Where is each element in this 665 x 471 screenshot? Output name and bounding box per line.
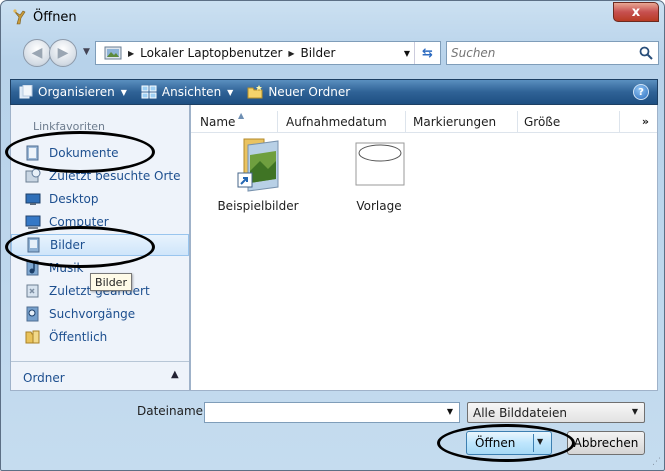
resize-grip-icon[interactable]: ⋰: [652, 457, 661, 467]
title-bar[interactable]: Öffnen x: [1, 1, 664, 33]
cancel-button[interactable]: Abbrechen: [567, 431, 645, 455]
column-header-size[interactable]: Größe: [524, 115, 560, 129]
chevron-down-icon: ▼: [227, 87, 234, 97]
views-icon: [141, 85, 157, 99]
new-folder-label: Neuer Ordner: [268, 85, 351, 99]
open-button-label: Öffnen: [475, 436, 516, 450]
music-icon: [26, 260, 39, 276]
sidebar-item-desktop[interactable]: Desktop: [11, 188, 189, 210]
arrow-right-icon: ▶: [57, 45, 69, 61]
new-folder-button[interactable]: Neuer Ordner: [247, 85, 350, 99]
more-columns-icon[interactable]: »: [642, 115, 649, 128]
image-thumbnail-icon: [355, 142, 405, 186]
documents-icon: [26, 145, 39, 161]
search-icon[interactable]: [639, 46, 653, 60]
computer-icon: [25, 215, 41, 229]
file-item-vorlage[interactable]: Vorlage: [334, 135, 424, 215]
column-header-name[interactable]: ▲ Name: [200, 111, 244, 129]
dialog-icon: [13, 9, 26, 25]
chevron-down-icon[interactable]: ▼: [447, 407, 453, 416]
address-bar[interactable]: ▶ Lokaler Laptopbenutzer ▶ Bilder ▼ ⇆: [95, 41, 441, 65]
column-separator[interactable]: [517, 111, 518, 133]
open-file-dialog: Öffnen x ◀ ▶ ▼ ▶ Lokaler Laptopbenutzer …: [0, 0, 665, 471]
breadcrumb-user[interactable]: Lokaler Laptopbenutzer: [140, 46, 282, 60]
column-separator[interactable]: [619, 111, 620, 133]
organize-label: Organisieren: [38, 85, 115, 99]
folder-shortcut-icon: [237, 138, 279, 192]
navigation-pane: Linkfavoriten Dokumente Zuletzt besuchte…: [10, 105, 190, 391]
sort-ascending-icon: ▲: [238, 111, 245, 120]
breadcrumb-separator-icon: ▶: [128, 48, 135, 58]
command-toolbar: Organisieren ▼ Ansichten ▼ Neuer Ordner …: [10, 79, 658, 105]
views-menu[interactable]: Ansichten ▼: [141, 85, 233, 99]
recent-pages-dropdown[interactable]: ▼: [83, 47, 90, 57]
back-button[interactable]: ◀: [23, 39, 51, 67]
column-header-label: Name: [200, 115, 236, 129]
sidebar-item-label: Suchvorgänge: [49, 307, 136, 321]
file-type-select[interactable]: Alle Bilddateien ▼: [467, 402, 645, 423]
sidebar-item-computer[interactable]: Computer: [11, 211, 189, 233]
chevron-down-icon[interactable]: ▼: [537, 437, 543, 446]
arrow-left-icon: ◀: [31, 45, 43, 61]
sidebar-item-documents[interactable]: Dokumente: [11, 142, 189, 164]
views-label: Ansichten: [161, 85, 222, 99]
split-divider: [533, 434, 534, 452]
folders-toggle-label[interactable]: Ordner: [23, 371, 65, 385]
recent-places-icon: [25, 168, 41, 183]
file-name: Vorlage: [356, 199, 402, 213]
pane-divider: [11, 361, 189, 362]
sidebar-item-label: Bilder: [50, 238, 85, 252]
sidebar-item-pictures[interactable]: Bilder: [11, 234, 189, 256]
window-title: Öffnen: [33, 10, 77, 25]
sidebar-item-searches[interactable]: Suchvorgänge: [11, 303, 189, 325]
chevron-down-icon: ▼: [120, 87, 127, 97]
file-type-value: Alle Bilddateien: [473, 406, 567, 420]
open-button[interactable]: Öffnen ▼: [466, 431, 552, 455]
close-button[interactable]: x: [613, 2, 659, 22]
file-list-pane[interactable]: ▲ Name Aufnahmedatum Markierungen Größe …: [190, 105, 658, 391]
sidebar-item-label: Computer: [49, 215, 109, 229]
help-icon[interactable]: ?: [633, 84, 649, 100]
file-item-beispielbilder[interactable]: Beispielbilder: [213, 135, 303, 215]
refresh-icon: ⇆: [422, 45, 433, 61]
search-input[interactable]: [451, 44, 631, 62]
refresh-button[interactable]: ⇆: [414, 42, 440, 64]
pictures-location-icon: [104, 46, 122, 60]
column-separator[interactable]: [277, 111, 278, 133]
chevron-up-icon[interactable]: ▲: [171, 369, 179, 380]
forward-button[interactable]: ▶: [49, 39, 77, 67]
filename-label: Dateiname:: [137, 404, 208, 418]
pictures-icon: [27, 237, 40, 253]
search-box[interactable]: [446, 41, 659, 65]
column-header-tags[interactable]: Markierungen: [413, 115, 496, 129]
column-separator[interactable]: [405, 111, 406, 133]
sidebar-item-public[interactable]: Öffentlich: [11, 326, 189, 348]
close-icon: x: [631, 4, 641, 20]
desktop-icon: [25, 193, 41, 205]
sidebar-item-label: Dokumente: [49, 146, 119, 160]
breadcrumb-separator-icon: ▶: [288, 48, 295, 58]
filename-field[interactable]: ▼: [204, 402, 460, 423]
sidebar-item-label: Öffentlich: [49, 330, 108, 344]
sidebar-item-recent-places[interactable]: Zuletzt besuchte Orte: [11, 165, 189, 187]
filename-input[interactable]: [209, 404, 437, 421]
organize-icon: [19, 85, 33, 99]
breadcrumb-pictures[interactable]: Bilder: [301, 46, 336, 60]
chevron-down-icon: ▼: [631, 407, 638, 416]
file-name: Beispielbilder: [217, 199, 299, 213]
sidebar-item-label: Zuletzt besuchte Orte: [49, 169, 181, 183]
public-folder-icon: [25, 330, 40, 344]
column-header-date-taken[interactable]: Aufnahmedatum: [286, 115, 387, 129]
tooltip: Bilder: [90, 273, 132, 291]
new-folder-icon: [247, 85, 263, 99]
recently-changed-icon: [26, 284, 39, 298]
searches-icon: [26, 306, 39, 322]
sidebar-item-label: Desktop: [49, 192, 99, 206]
sidebar-item-label: Musik: [49, 261, 84, 275]
address-dropdown-icon[interactable]: ▼: [404, 49, 410, 58]
favorite-links-heading: Linkfavoriten: [33, 120, 106, 133]
column-headers: ▲ Name Aufnahmedatum Markierungen Größe …: [191, 111, 657, 133]
organize-menu[interactable]: Organisieren ▼: [19, 85, 127, 99]
